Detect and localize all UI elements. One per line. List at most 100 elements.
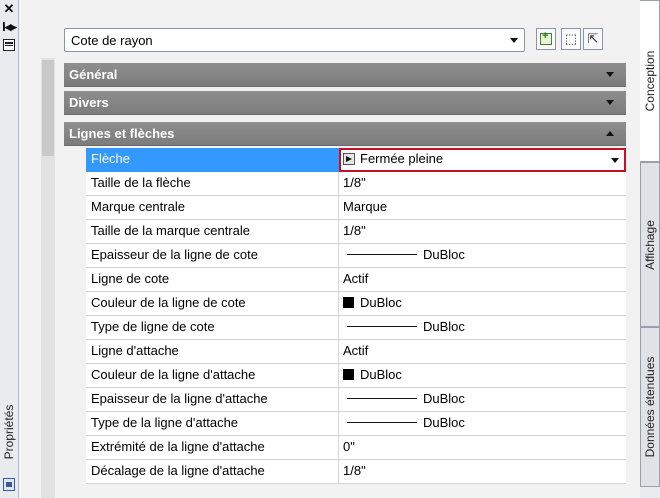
chevron-down-icon[interactable] xyxy=(606,72,614,77)
category-label: Lignes et flèches xyxy=(69,126,175,141)
row-indent xyxy=(64,268,84,292)
close-icon[interactable]: ✕ xyxy=(2,2,16,16)
property-row-ligne-attache[interactable]: Ligne d'attache Actif xyxy=(64,340,626,364)
toggle-pickadd-button[interactable]: ⇱ xyxy=(583,28,603,50)
row-indent xyxy=(64,292,84,316)
palette-icon[interactable] xyxy=(3,478,15,491)
auto-hide-icon[interactable]: I◂▸ xyxy=(2,20,17,34)
tab-label: Affichage xyxy=(643,219,657,270)
property-value-cell[interactable]: DuBloc xyxy=(339,292,626,316)
property-name[interactable]: Type de la ligne d'attache xyxy=(86,412,339,436)
object-type-dropdown[interactable]: Cote de rayon xyxy=(64,28,525,52)
properties-menu-icon[interactable] xyxy=(2,38,16,52)
property-value[interactable]: 0" xyxy=(339,436,626,460)
chevron-up-icon[interactable] xyxy=(606,131,614,136)
category-lignes-et-fleches[interactable]: Lignes et flèches xyxy=(64,122,626,146)
palette-tabs: Conception Affichage Données étendues xyxy=(640,0,660,498)
linetype-sample xyxy=(347,326,417,328)
property-row-couleur-attache[interactable]: Couleur de la ligne d'attache DuBloc xyxy=(64,364,626,388)
pickadd-icon: ⇱ xyxy=(587,31,599,46)
property-name[interactable]: Ligne de cote xyxy=(86,268,339,292)
row-indent xyxy=(64,316,84,340)
property-name[interactable]: Décalage de la ligne d'attache xyxy=(86,460,339,484)
lineweight-sample xyxy=(347,398,417,400)
property-row-extremite-attache[interactable]: Extrémité de la ligne d'attache 0" xyxy=(64,436,626,460)
property-name[interactable]: Couleur de la ligne de cote xyxy=(86,292,339,316)
property-row-fleche[interactable]: Flèche Fermée pleine xyxy=(64,148,626,172)
property-name[interactable]: Marque centrale xyxy=(86,196,339,220)
color-swatch xyxy=(343,369,354,380)
row-indent xyxy=(64,364,84,388)
property-row-type-attache[interactable]: Type de la ligne d'attache DuBloc xyxy=(64,412,626,436)
select-objects-button[interactable]: ⬚ xyxy=(561,28,581,50)
tab-affichage[interactable]: Affichage xyxy=(640,162,660,327)
property-name[interactable]: Epaisseur de la ligne de cote xyxy=(86,244,339,268)
select-cursor-icon: ⬚ xyxy=(564,31,578,46)
property-row-taille-marque[interactable]: Taille de la marque centrale 1/8" xyxy=(64,220,626,244)
object-type-value: Cote de rayon xyxy=(71,33,153,48)
category-label: Général xyxy=(69,67,118,82)
property-value[interactable]: Actif xyxy=(339,268,626,292)
category-general[interactable]: Général xyxy=(64,63,626,87)
property-value[interactable]: 1/8" xyxy=(339,220,626,244)
property-name[interactable]: Type de ligne de cote xyxy=(86,316,339,340)
row-indent xyxy=(64,340,84,364)
property-name[interactable]: Extrémité de la ligne d'attache xyxy=(86,436,339,460)
property-value[interactable]: 1/8" xyxy=(339,460,626,484)
property-row-type-ligne-cote[interactable]: Type de ligne de cote DuBloc xyxy=(64,316,626,340)
row-indent xyxy=(64,388,84,412)
property-value-cell[interactable]: DuBloc xyxy=(339,388,626,412)
quick-select-button[interactable] xyxy=(536,28,556,50)
property-row-taille-fleche[interactable]: Taille de la flèche 1/8" xyxy=(64,172,626,196)
property-value-cell[interactable]: DuBloc xyxy=(339,412,626,436)
chevron-down-icon[interactable] xyxy=(611,158,619,163)
property-value[interactable]: 1/8" xyxy=(339,172,626,196)
property-row-couleur-cote[interactable]: Couleur de la ligne de cote DuBloc xyxy=(64,292,626,316)
property-value: DuBloc xyxy=(423,319,465,334)
arrowhead-icon xyxy=(343,153,355,165)
row-indent xyxy=(64,220,84,244)
fleche-dropdown[interactable]: Fermée pleine xyxy=(339,148,626,172)
property-value: DuBloc xyxy=(423,415,465,430)
property-value: DuBloc xyxy=(423,391,465,406)
property-name[interactable]: Epaisseur de la ligne d'attache xyxy=(86,388,339,412)
property-name[interactable]: Flèche xyxy=(86,148,339,172)
property-row-decalage-attache[interactable]: Décalage de la ligne d'attache 1/8" xyxy=(64,460,626,484)
lineweight-sample xyxy=(347,254,417,256)
tab-label: Données étendues xyxy=(643,356,657,458)
property-name[interactable]: Ligne d'attache xyxy=(86,340,339,364)
property-name[interactable]: Taille de la flèche xyxy=(86,172,339,196)
palette-title-bar: ✕ I◂▸ Propriétés xyxy=(0,0,19,498)
property-row-epaisseur-cote[interactable]: Epaisseur de la ligne de cote DuBloc xyxy=(64,244,626,268)
property-row-epaisseur-attache[interactable]: Epaisseur de la ligne d'attache DuBloc xyxy=(64,388,626,412)
tab-donnees-etendues[interactable]: Données étendues xyxy=(640,327,660,487)
linetype-sample xyxy=(347,422,417,424)
tab-label: Conception xyxy=(642,50,657,112)
category-label: Divers xyxy=(69,95,109,110)
chevron-down-icon[interactable] xyxy=(606,100,614,105)
category-divers[interactable]: Divers xyxy=(64,91,626,115)
property-value: DuBloc xyxy=(423,247,465,262)
property-value-cell[interactable]: DuBloc xyxy=(339,364,626,388)
row-indent xyxy=(64,196,84,220)
property-value-cell[interactable]: DuBloc xyxy=(339,316,626,340)
property-value[interactable]: Actif xyxy=(339,340,626,364)
properties-panel: Cote de rayon ⬚ ⇱ Général Divers Lignes … xyxy=(19,0,640,498)
row-indent xyxy=(64,460,84,484)
property-value: Fermée pleine xyxy=(360,151,444,166)
row-indent xyxy=(64,244,84,268)
property-name[interactable]: Taille de la marque centrale xyxy=(86,220,339,244)
vertical-scrollbar[interactable] xyxy=(41,58,55,498)
property-name[interactable]: Couleur de la ligne d'attache xyxy=(86,364,339,388)
property-value: DuBloc xyxy=(360,295,402,310)
property-row-ligne-cote[interactable]: Ligne de cote Actif xyxy=(64,268,626,292)
property-value[interactable]: Marque xyxy=(339,196,626,220)
scrollbar-thumb[interactable] xyxy=(42,60,54,156)
chevron-down-icon[interactable] xyxy=(510,38,518,43)
property-row-marque-centrale[interactable]: Marque centrale Marque xyxy=(64,196,626,220)
property-value: DuBloc xyxy=(360,367,402,382)
row-indent xyxy=(64,412,84,436)
property-value-cell[interactable]: DuBloc xyxy=(339,244,626,268)
tab-conception[interactable]: Conception xyxy=(640,0,660,162)
palette-title-text: Propriétés xyxy=(2,404,16,460)
